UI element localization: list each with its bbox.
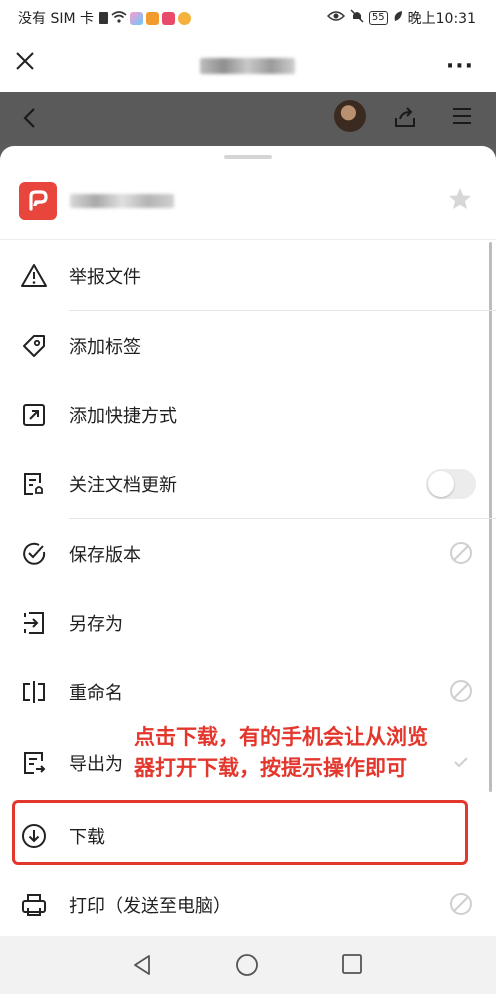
save-as-icon bbox=[20, 609, 48, 637]
page-title-blurred bbox=[200, 58, 295, 74]
sheet-header bbox=[0, 168, 496, 238]
menu-item-report[interactable]: 举报文件 bbox=[0, 241, 496, 309]
eye-icon bbox=[326, 10, 345, 26]
system-nav-bar bbox=[0, 936, 496, 994]
menu-item-label: 关注文档更新 bbox=[69, 475, 177, 496]
menu-item-label: 重命名 bbox=[69, 683, 123, 704]
close-icon[interactable] bbox=[14, 50, 36, 72]
status-left: 没有 SIM 卡 bbox=[18, 8, 191, 28]
doc-header-dimmed bbox=[0, 92, 496, 144]
disabled-icon bbox=[449, 541, 473, 569]
shortcut-icon bbox=[20, 401, 48, 429]
hamburger-menu-icon bbox=[450, 104, 474, 132]
annotation-line: 点击下载，有的手机会让从浏览 bbox=[134, 725, 428, 749]
nav-recent-icon[interactable] bbox=[341, 953, 363, 979]
status-bar: 没有 SIM 卡 55 晚上10:31 bbox=[0, 0, 496, 34]
clock-text: 晚上10:31 bbox=[407, 11, 476, 27]
menu-item-label: 打印（发送至电脑） bbox=[69, 896, 231, 917]
menu-item-label: 添加快捷方式 bbox=[69, 406, 177, 427]
video-app-icon bbox=[146, 11, 159, 25]
wifi-icon bbox=[111, 10, 127, 26]
menu-item-label: 另存为 bbox=[69, 614, 123, 635]
doc-follow-icon bbox=[20, 470, 48, 498]
rename-icon bbox=[20, 678, 48, 706]
check-circle-icon bbox=[20, 540, 48, 568]
tutorial-annotation: 点击下载，有的手机会让从浏览 器打开下载，按提示操作即可 bbox=[134, 722, 484, 784]
menu-item-label: 保存版本 bbox=[69, 545, 141, 566]
disabled-icon bbox=[449, 892, 473, 920]
menu-item-label: 导出为 bbox=[69, 754, 123, 775]
toggle-knob bbox=[428, 471, 454, 497]
menu-item-label: 举报文件 bbox=[69, 267, 141, 288]
menu-item-save-as[interactable]: 另存为 bbox=[0, 588, 496, 656]
pdf-file-icon bbox=[19, 182, 57, 220]
carrier-text: 没有 SIM 卡 bbox=[18, 11, 94, 27]
file-name-blurred bbox=[70, 194, 174, 208]
header-divider bbox=[0, 239, 496, 240]
app-notif-icon bbox=[130, 11, 143, 25]
menu-item-add-tag[interactable]: 添加标签 bbox=[0, 311, 496, 379]
star-icon[interactable] bbox=[447, 186, 473, 216]
mute-bell-icon bbox=[350, 9, 364, 27]
menu-item-follow-updates[interactable]: 关注文档更新 bbox=[0, 449, 496, 517]
menu-item-save-version[interactable]: 保存版本 bbox=[0, 519, 496, 587]
tag-icon bbox=[20, 332, 48, 360]
leaf-icon bbox=[393, 10, 403, 26]
app-notif-icon bbox=[178, 11, 191, 25]
more-options-icon[interactable]: ··· bbox=[446, 54, 474, 79]
menu-item-label: 添加标签 bbox=[69, 337, 141, 358]
follow-updates-toggle[interactable] bbox=[426, 469, 476, 499]
sim-alert-icon bbox=[99, 12, 108, 24]
battery-icon: 55 bbox=[368, 11, 388, 25]
share-icon bbox=[392, 104, 418, 134]
nav-back-icon[interactable] bbox=[130, 953, 154, 981]
disabled-icon bbox=[449, 679, 473, 707]
highlight-box bbox=[12, 800, 468, 865]
export-icon bbox=[20, 749, 48, 777]
avatar bbox=[334, 100, 366, 132]
back-arrow-icon bbox=[18, 106, 42, 134]
menu-item-print[interactable]: 打印（发送至电脑） bbox=[0, 870, 496, 936]
sheet-grabber[interactable] bbox=[224, 155, 272, 159]
annotation-line: 器打开下载，按提示操作即可 bbox=[134, 756, 407, 780]
menu-item-rename[interactable]: 重命名 bbox=[0, 657, 496, 725]
app-notif-icon bbox=[162, 11, 175, 25]
nav-home-icon[interactable] bbox=[235, 953, 259, 981]
menu-item-add-shortcut[interactable]: 添加快捷方式 bbox=[0, 380, 496, 448]
print-icon bbox=[20, 891, 48, 919]
browser-top-bar: ··· bbox=[0, 34, 496, 92]
warning-triangle-icon bbox=[20, 262, 48, 290]
status-right: 55 晚上10:31 bbox=[326, 8, 476, 28]
